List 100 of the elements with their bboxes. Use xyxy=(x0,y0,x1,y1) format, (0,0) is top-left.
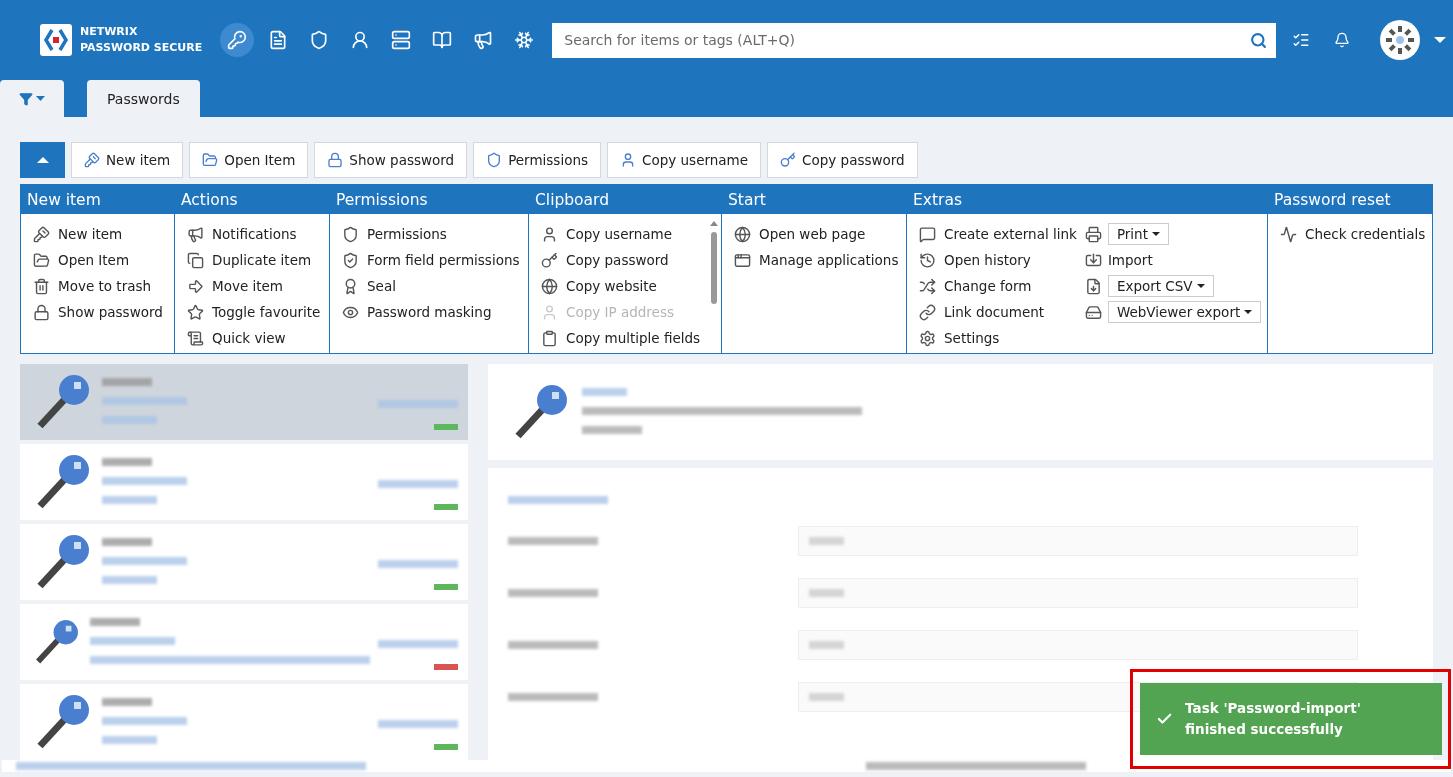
blurred-text xyxy=(102,538,152,546)
star-icon xyxy=(187,303,204,321)
password-entry[interactable] xyxy=(20,684,468,760)
ribbon-item[interactable]: Open history xyxy=(919,247,1077,273)
input-field[interactable] xyxy=(798,526,1358,556)
ribbon-item[interactable]: Copy multiple fields xyxy=(541,325,701,351)
scroll-up-icon[interactable] xyxy=(710,221,718,226)
group-title: Extras xyxy=(907,185,1267,214)
group-title: Password reset xyxy=(1268,185,1432,214)
ribbon-item[interactable]: Settings xyxy=(919,325,1077,351)
megaphone-icon xyxy=(187,225,204,243)
collapse-button[interactable] xyxy=(20,142,65,178)
password-entry[interactable] xyxy=(20,524,468,600)
blurred-text xyxy=(102,576,157,584)
blurred-text xyxy=(90,618,140,626)
document-copy-icon xyxy=(187,251,204,269)
dropdown-button[interactable]: WebViewer export xyxy=(1107,301,1262,323)
avatar[interactable] xyxy=(1380,20,1421,60)
key-icon[interactable] xyxy=(220,23,255,57)
ribbon-item[interactable]: New item xyxy=(33,221,163,247)
ribbon-item[interactable]: Copy website xyxy=(541,273,701,299)
key-icon xyxy=(780,152,797,168)
search-field[interactable]: Search for items or tags (ALT+Q) xyxy=(552,22,1241,58)
filter-icon xyxy=(19,91,33,106)
folder-icon xyxy=(202,152,219,168)
input-field[interactable] xyxy=(798,630,1358,660)
ribbon-item[interactable]: Seal xyxy=(342,273,520,299)
folder-icon xyxy=(33,251,50,269)
globe-icon xyxy=(734,225,751,243)
blurred-text xyxy=(809,589,844,597)
blurred-text xyxy=(102,378,152,386)
toolbar-button[interactable]: Copy password xyxy=(767,142,918,178)
ribbon-item[interactable]: Copy password xyxy=(541,247,701,273)
ribbon-item[interactable]: Show password xyxy=(33,299,163,325)
toolbar-button[interactable]: Permissions xyxy=(473,142,601,178)
blurred-text xyxy=(102,458,152,466)
group-title: New item xyxy=(21,185,174,214)
arrow-icon xyxy=(187,277,204,295)
window-icon xyxy=(734,251,751,269)
drive-icon xyxy=(1084,303,1102,321)
lock-icon xyxy=(33,303,50,321)
blurred-text xyxy=(809,537,844,545)
toolbar-button[interactable]: Show password xyxy=(314,142,468,178)
ribbon-item[interactable]: Move item xyxy=(187,273,321,299)
document-icon xyxy=(187,329,204,347)
toolbar-button[interactable]: Open Item xyxy=(189,142,309,178)
ribbon-item[interactable]: Import xyxy=(1107,247,1153,273)
dropdown-button[interactable]: Export CSV xyxy=(1107,275,1214,297)
ribbon-item[interactable]: Permissions xyxy=(342,221,520,247)
ribbon-item[interactable]: Duplicate item xyxy=(187,247,321,273)
ribbon-item[interactable]: Create external link xyxy=(919,221,1077,247)
password-entry[interactable] xyxy=(20,604,468,680)
ribbon-item[interactable]: Check credentials xyxy=(1280,221,1426,247)
toolbar-button[interactable]: Copy username xyxy=(607,142,762,178)
ribbon-item[interactable]: Toggle favourite xyxy=(187,299,321,325)
input-field[interactable] xyxy=(798,578,1358,608)
history-icon xyxy=(919,251,936,269)
shield-icon xyxy=(342,225,359,243)
link-icon xyxy=(919,303,936,321)
caret-icon xyxy=(1196,284,1205,288)
search-button[interactable] xyxy=(1240,22,1277,58)
ribbon-item[interactable]: Open Item xyxy=(33,247,163,273)
ribbon-item[interactable]: Password masking xyxy=(342,299,520,325)
group-title: Clipboard xyxy=(529,185,721,214)
toolbar-button[interactable]: New item xyxy=(71,142,184,178)
ribbon-item[interactable]: Copy username xyxy=(541,221,701,247)
tab[interactable]: Passwords xyxy=(87,80,200,117)
ribbon-item[interactable]: Change form xyxy=(919,273,1077,299)
ribbon-item[interactable]: Open web page xyxy=(734,221,899,247)
brand-name: NETWRIX xyxy=(80,24,139,40)
ribbon-item[interactable]: Form field permissions xyxy=(342,247,520,273)
ribbon-item[interactable]: Notifications xyxy=(187,221,321,247)
blurred-text xyxy=(102,416,157,424)
change-icon xyxy=(919,277,936,295)
ribbon-item[interactable]: Quick view xyxy=(187,325,321,351)
user-icon xyxy=(541,225,558,243)
lock-icon xyxy=(327,152,344,168)
group-title: Actions xyxy=(175,185,329,214)
clipboard-icon xyxy=(541,329,558,347)
caret-icon xyxy=(1151,232,1160,236)
caret-icon xyxy=(1244,310,1253,314)
settings-icon xyxy=(919,329,936,347)
caret-icon[interactable] xyxy=(1434,37,1447,43)
ribbon-item[interactable]: Manage applications xyxy=(734,247,899,273)
password-entry[interactable] xyxy=(20,444,468,520)
filter-tab[interactable] xyxy=(0,80,64,117)
dropdown-button[interactable]: Print xyxy=(1107,223,1169,245)
pulse-icon xyxy=(1280,225,1297,243)
user-icon xyxy=(541,303,558,321)
key-plus-icon xyxy=(33,225,50,243)
trash-icon xyxy=(33,277,50,295)
search-icon xyxy=(1249,31,1267,49)
export-icon xyxy=(1084,277,1102,295)
ribbon-item[interactable]: Link document xyxy=(919,299,1077,325)
ribbon-item[interactable]: Move to trash xyxy=(33,273,163,299)
caret-icon xyxy=(36,96,45,101)
blurred-text xyxy=(102,496,157,504)
blurred-text xyxy=(582,426,642,434)
blurred-text xyxy=(809,641,844,649)
password-entry[interactable] xyxy=(20,364,468,440)
